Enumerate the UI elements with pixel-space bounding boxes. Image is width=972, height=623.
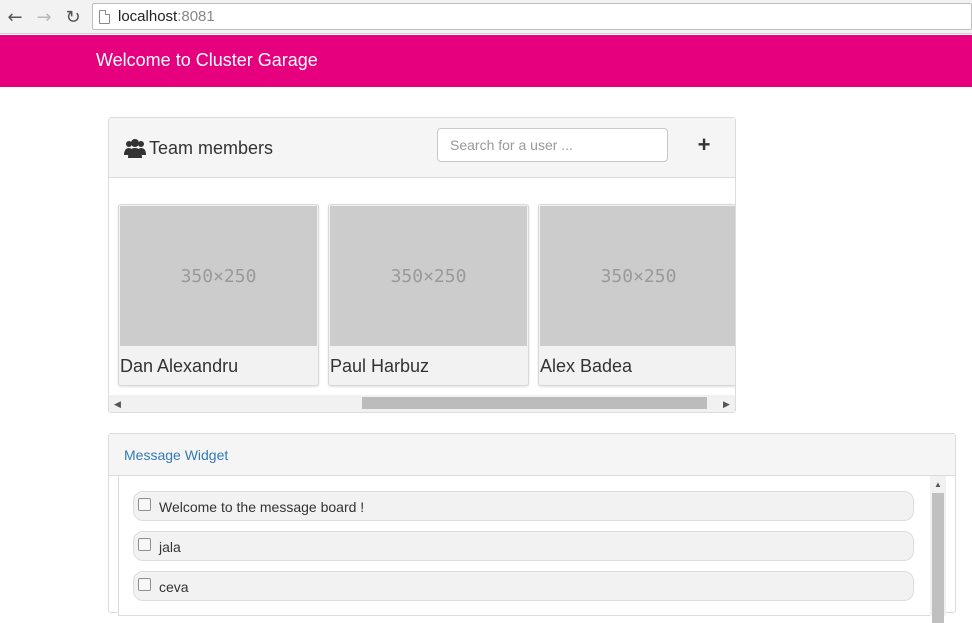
scroll-right-icon[interactable]: ▶: [723, 399, 730, 410]
browser-toolbar: ← → ↻ localhost:8081: [0, 0, 972, 34]
app-header: Welcome to Cluster Garage: [0, 35, 972, 87]
page-icon: [99, 9, 110, 24]
scroll-up-icon[interactable]: ▲: [934, 480, 942, 489]
message-checkbox[interactable]: [138, 577, 151, 591]
app-title: Welcome to Cluster Garage: [96, 50, 318, 70]
back-arrow-icon[interactable]: ←: [4, 6, 26, 28]
member-name: Alex Badea: [540, 356, 633, 376]
user-search-input[interactable]: [437, 128, 668, 162]
member-photo-placeholder: 350×250: [330, 206, 527, 346]
horizontal-scrollbar[interactable]: ◀ ▶: [109, 395, 735, 412]
member-photo-placeholder: 350×250: [540, 206, 735, 346]
message-checkbox[interactable]: [138, 497, 151, 511]
team-members-panel: Team members + 350×250 Dan Alexandru 350…: [108, 117, 736, 413]
message-text: jala: [159, 539, 181, 555]
member-card[interactable]: 350×250 Dan Alexandru: [118, 204, 319, 386]
message-item: ceva: [133, 571, 914, 601]
message-text: ceva: [159, 579, 189, 595]
users-icon: [124, 139, 146, 158]
member-cards-strip: 350×250 Dan Alexandru 350×250 Paul Harbu…: [109, 179, 735, 395]
message-list: Welcome to the message board ! jala ceva…: [118, 476, 946, 623]
scroll-left-icon[interactable]: ◀: [114, 399, 121, 410]
add-member-button[interactable]: +: [691, 132, 717, 158]
message-item: jala: [133, 531, 914, 561]
reload-icon[interactable]: ↻: [62, 6, 84, 28]
message-widget-header: Message Widget: [109, 434, 955, 476]
forward-arrow-icon[interactable]: →: [33, 6, 55, 28]
message-widget-title[interactable]: Message Widget: [124, 447, 228, 463]
message-widget-panel: Message Widget Welcome to the message bo…: [108, 433, 956, 623]
address-bar[interactable]: localhost:8081: [92, 3, 972, 30]
member-card[interactable]: 350×250 Alex Badea: [538, 204, 735, 386]
member-card[interactable]: 350×250 Paul Harbuz: [328, 204, 529, 386]
team-members-title: Team members: [149, 138, 274, 158]
url-port: :8081: [177, 8, 215, 25]
vertical-scroll-thumb[interactable]: [932, 493, 944, 623]
message-text: Welcome to the message board !: [159, 499, 365, 515]
member-photo-placeholder: 350×250: [120, 206, 317, 346]
message-item: Welcome to the message board !: [133, 491, 914, 521]
url-host: localhost: [118, 8, 178, 25]
team-panel-header: Team members +: [109, 118, 735, 178]
member-name: Dan Alexandru: [120, 356, 239, 376]
vertical-scrollbar[interactable]: ▲: [930, 476, 946, 623]
message-checkbox[interactable]: [138, 537, 151, 551]
horizontal-scroll-thumb[interactable]: [362, 397, 707, 409]
member-name: Paul Harbuz: [330, 356, 430, 376]
